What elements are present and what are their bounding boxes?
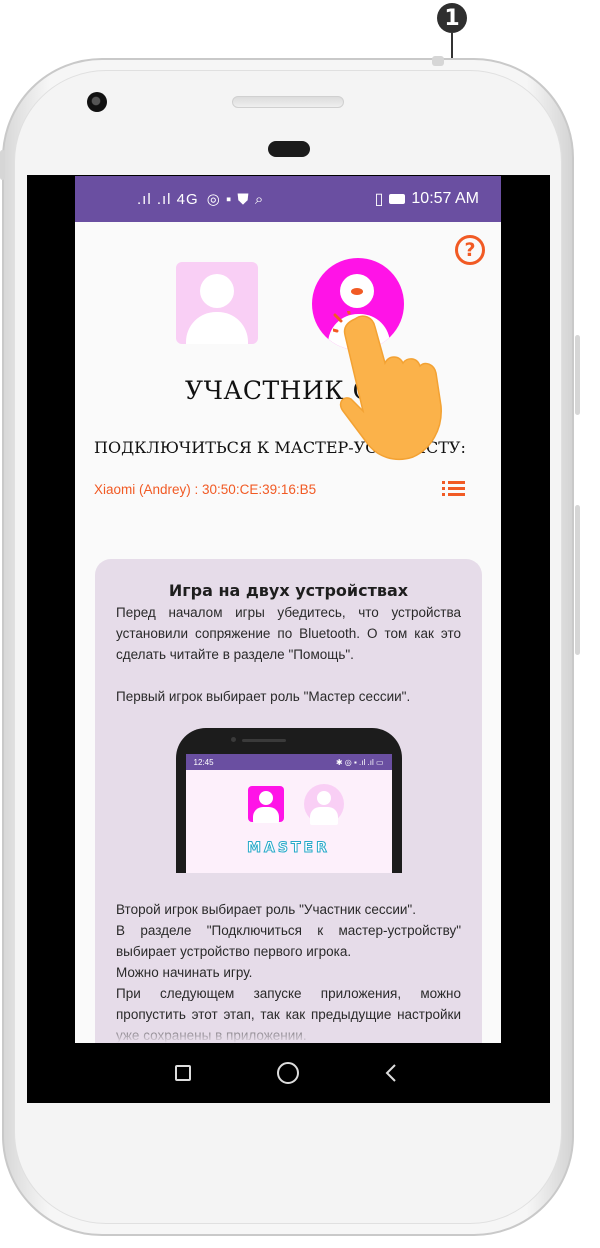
phone-side-button-top [432,56,444,66]
back-button-icon[interactable] [382,1063,402,1083]
card-paragraph-bluetooth: Перед началом игры убедитесь, что устрой… [116,605,461,662]
list-dot [442,487,445,490]
illustration-time: 12:45 [193,757,214,767]
card-line-second-player: Второй игрок выбирает роль "Участник сес… [116,902,416,917]
app-screen: .ıl .ıl 4G ◎ ▪ ⛊ ⌕ ▯ 10:57 AM ? УЧАСТНИК… [75,176,501,1043]
device-list-icon[interactable] [442,480,466,498]
recents-button-icon[interactable] [175,1065,191,1081]
earpiece-speaker [268,141,310,157]
illustration-master-avatar [247,786,284,823]
illustration-participant-avatar [303,784,344,825]
help-icon[interactable]: ? [455,235,485,265]
home-button-icon[interactable] [277,1062,299,1084]
notification-icons: ◎ ▪ ⛊ ⌕ [206,191,265,208]
battery-icon [389,194,406,204]
pointing-hand-icon [333,311,442,461]
card-paragraph-first-player: Первый игрок выбирает роль "Мастер сесси… [116,689,411,704]
phone-side-button-left [0,150,5,180]
list-bar [448,493,465,496]
card-title: Игра на двух устройствах [168,581,409,600]
illustration-status-bar: 12:45 ✱ ◎ ▪ .ıl .ıl ▭ [185,754,392,770]
list-dot [442,481,445,484]
user-icon-body [186,312,248,344]
status-bar-left: .ıl .ıl 4G ◎ ▪ ⛊ ⌕ [137,190,265,209]
illustration-speaker [241,739,286,742]
signal-icon: .ıl .ıl 4G [137,190,199,208]
status-time: 10:57 AM [411,190,479,207]
user-icon-eyes [351,288,363,295]
list-bar [448,487,465,490]
paired-device-entry[interactable]: Xiaomi (Andrey) : 30:50:CE:39:16:B5 [94,482,316,497]
illustration-camera [230,737,236,742]
phone-power-button [575,505,580,655]
card-scroll-fade [95,1021,482,1043]
connect-label-tail: У: [448,438,466,457]
list-bar [448,481,465,484]
front-camera-icon [87,92,107,112]
list-dot [442,493,445,496]
card-line-connect-section: В разделе "Подключиться к мастер-устройс… [116,923,461,959]
status-bar: .ıl .ıl 4G ◎ ▪ ⛊ ⌕ ▯ 10:57 AM [75,176,501,222]
vibrate-icon: ▯ [374,191,384,208]
master-role-button[interactable] [176,262,258,344]
phone-volume-button [575,335,580,415]
user-icon-head [200,274,234,308]
info-card: Игра на двух устройствах Перед началом и… [95,559,482,1043]
illustration-screen: 12:45 ✱ ◎ ▪ .ıl .ıl ▭ MASTER [185,754,392,873]
callout-marker-1: 1 [437,3,467,33]
system-nav-bar [75,1043,501,1103]
illustration-master-label: MASTER [247,840,330,857]
proximity-sensor [232,96,344,108]
illustration-status-icons: ✱ ◎ ▪ .ıl .ıl ▭ [335,757,384,767]
status-bar-right: ▯ 10:57 AM [375,189,479,209]
phone-illustration: 12:45 ✱ ◎ ▪ .ıl .ıl ▭ MASTER [175,728,402,873]
card-line-start-game: Можно начинать игру. [116,965,253,980]
